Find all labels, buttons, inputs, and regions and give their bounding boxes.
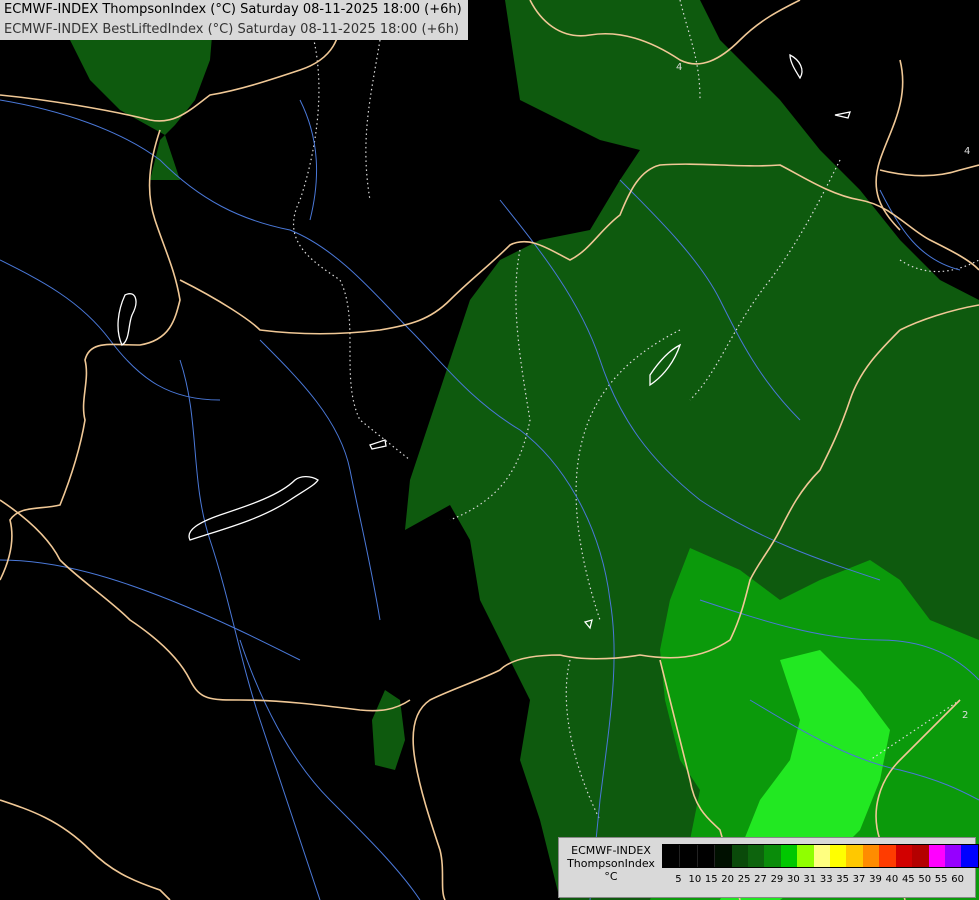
legend-tick-label: 39 xyxy=(869,874,882,885)
color-legend: ECMWF-INDEX ThompsonIndex °C 5 10 15 20 25 27… xyxy=(558,837,979,898)
legend-tick-label: 25 xyxy=(737,874,751,885)
legend-swatch xyxy=(731,845,749,867)
legend-swatch xyxy=(862,845,880,867)
legend-swatch xyxy=(961,845,978,867)
legend-swatch xyxy=(780,845,798,867)
legend-tick-label: 35 xyxy=(836,874,849,885)
weather-map: 4 4 2 xyxy=(0,0,979,900)
header-title-thompson: ECMWF-INDEX ThompsonIndex (°C) Saturday … xyxy=(4,2,462,17)
contour-label: 4 xyxy=(964,146,970,157)
contour-label: 4 xyxy=(676,62,682,73)
legend-ticks: 5 10 15 20 25 27 29 30 31 33 35 37 39 40 45 50 55 60 xyxy=(662,874,974,888)
legend-swatch xyxy=(748,845,765,867)
legend-tick-label: 10 xyxy=(688,874,702,885)
legend-tick-label: 33 xyxy=(819,874,833,885)
legend-title-line1: ECMWF-INDEX xyxy=(571,844,651,857)
legend-tick-label: 15 xyxy=(704,874,718,885)
legend-tick-label: 20 xyxy=(721,874,735,885)
legend-tick-label: 40 xyxy=(885,874,899,885)
legend-tick-label: 37 xyxy=(852,874,866,885)
legend-swatch xyxy=(714,845,732,867)
legend-tick-label: 5 xyxy=(675,874,682,885)
legend-swatch xyxy=(895,845,913,867)
legend-tick-label: 55 xyxy=(934,874,948,885)
legend-swatch xyxy=(944,845,962,867)
legend-title: ECMWF-INDEX ThompsonIndex °C xyxy=(563,844,659,883)
legend-tick-label: 31 xyxy=(803,874,817,885)
legend-swatch xyxy=(928,845,945,867)
map-header: ECMWF-INDEX ThompsonIndex (°C) Saturday … xyxy=(0,0,468,40)
legend-swatch xyxy=(846,845,863,867)
header-title-lifted: ECMWF-INDEX BestLiftedIndex (°C) Saturda… xyxy=(4,22,459,37)
legend-tick-label: 30 xyxy=(786,874,800,885)
legend-swatch xyxy=(679,845,697,867)
legend-tick-label: 50 xyxy=(918,874,932,885)
legend-title-line2: ThompsonIndex xyxy=(567,857,655,870)
legend-swatch xyxy=(830,845,847,867)
legend-swatch xyxy=(813,845,831,867)
legend-swatch xyxy=(797,845,814,867)
contour-label: 2 xyxy=(962,710,968,721)
legend-swatch xyxy=(879,845,896,867)
legend-swatch xyxy=(764,845,781,867)
legend-unit: °C xyxy=(604,870,618,883)
legend-tick-label: 27 xyxy=(754,874,767,885)
legend-swatches xyxy=(662,844,979,868)
legend-tick-label: 60 xyxy=(951,874,964,885)
legend-swatch xyxy=(912,845,929,867)
legend-tick-label: 45 xyxy=(901,874,915,885)
legend-swatch xyxy=(663,845,680,867)
legend-tick-label: 29 xyxy=(770,874,784,885)
legend-swatch xyxy=(696,845,715,867)
